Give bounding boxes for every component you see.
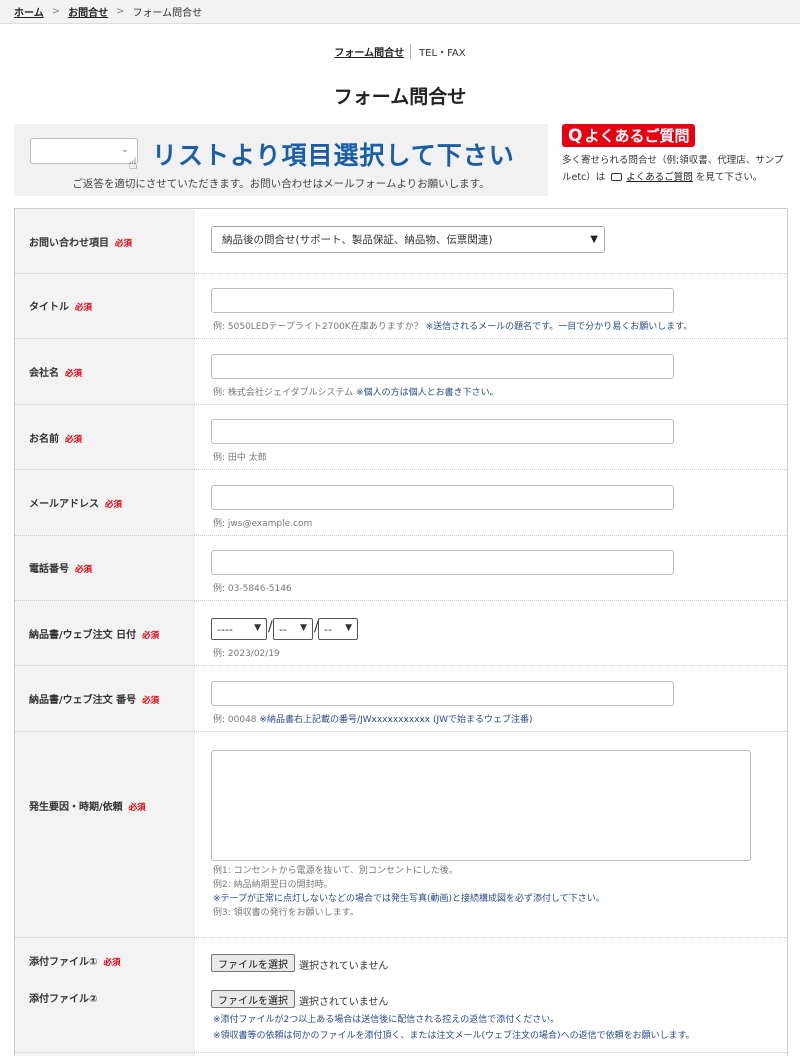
- breadcrumb-separator: >: [51, 6, 61, 17]
- order-number-row: 納品書/ウェブ注文 番号 必須 例: 00048 ※納品書右上記載の番号/JWxx…: [15, 666, 787, 732]
- faq-box: Q よくあるご質問 多く寄せられる問合せ（例;領収書、代理店、サンプルetc）はよ…: [562, 124, 792, 186]
- field-label: 電話番号 必須: [29, 564, 93, 575]
- details-textarea[interactable]: [211, 750, 751, 861]
- attachments-row: 添付ファイル① 必須 ファイルを選択 選択されていません 添付ファイル② ファイル…: [15, 938, 787, 1053]
- breadcrumb-separator: >: [116, 6, 125, 17]
- title-row: タイトル 必須 例: 5050LEDテープライト2700K在庫ありますか？ ※送信…: [15, 274, 787, 339]
- order-date-row: 納品書/ウェブ注文 日付 必須 ---- ▼ / -- ▼ / -- ▼ 例: 2023…: [15, 601, 787, 666]
- breadcrumb-contact-link[interactable]: お問合せ: [68, 4, 108, 19]
- attachment2-status: 選択されていません: [299, 997, 389, 1008]
- subnav-tel-link[interactable]: TEL・FAX: [411, 44, 466, 59]
- field-label: タイトル 必須: [29, 302, 93, 313]
- banner-headline: リストより項目選択して下さい: [152, 141, 515, 170]
- faq-button[interactable]: Q よくあるご質問: [562, 124, 696, 147]
- attachment1-status: 選択されていません: [299, 961, 389, 972]
- pointer-cursor-icon: ☝: [128, 154, 138, 173]
- required-badge: 必須: [128, 803, 146, 813]
- contact-subnav: フォーム問合せ TEL・FAX: [0, 44, 800, 59]
- required-badge: 必須: [142, 696, 160, 706]
- required-badge: 必須: [115, 239, 133, 249]
- required-badge: 必須: [103, 958, 121, 968]
- field-label: 添付ファイル① 必須: [29, 957, 121, 968]
- name-input[interactable]: [211, 419, 674, 444]
- company-row: 会社名 必須 例: 株式会社ジェイダブルシステム ※個人の方は個人とお書き下さい。: [15, 339, 787, 405]
- chevron-down-icon: ▼: [345, 623, 352, 633]
- faq-link[interactable]: よくあるご質問: [626, 172, 693, 183]
- phone-row: 電話番号 必須 例: 03-5846-5146: [15, 536, 787, 601]
- inquiry-type-row: お問い合わせ項目 必須 納品後の問合せ(サポート、製品保証、納品物、伝票関連) ▼: [15, 209, 787, 274]
- attachment-notes: ※添付ファイルが2つ以上ある場合は送信後に配信される控えの返信で添付ください。 …: [213, 1015, 695, 1041]
- breadcrumb-current: フォーム問合せ: [132, 8, 203, 19]
- field-hint: 例: jws@example.com: [213, 519, 313, 529]
- chevron-down-icon: ▼: [590, 234, 598, 245]
- field-hint: 例: 株式会社ジェイダブルシステム ※個人の方は個人とお書き下さい。: [213, 388, 499, 398]
- order-month-select[interactable]: -- ▼: [273, 618, 313, 640]
- details-row: 発生要因・時期/依頼 必須 例1: コンセントから電源を抜いて、別コンセントにした…: [15, 732, 787, 938]
- banner-note: ご返答を適切にさせていただきます。お問い合わせはメールフォームよりお願いします。: [72, 178, 490, 190]
- company-input[interactable]: [211, 354, 674, 379]
- details-hints: 例1: コンセントから電源を抜いて、別コンセントにした後。 例2: 納品納期翌日…: [213, 866, 605, 918]
- required-badge: 必須: [142, 631, 160, 641]
- order-year-select[interactable]: ---- ▼: [211, 618, 267, 640]
- page-title: フォーム問合せ: [333, 86, 467, 108]
- field-label: 会社名 必須: [29, 368, 83, 379]
- field-label: 納品書/ウェブ注文 番号 必須: [29, 695, 160, 706]
- faq-text: 多く寄せられる問合せ（例;領収書、代理店、サンプルetc）は よくあるご質問 を見…: [562, 155, 784, 183]
- breadcrumb: ホーム > お問合せ > フォーム問合せ: [0, 0, 800, 24]
- email-input[interactable]: [211, 485, 674, 510]
- attachment2-file-button[interactable]: ファイルを選択: [211, 990, 295, 1008]
- field-label: 発生要因・時期/依頼 必須: [29, 802, 146, 813]
- name-row: お名前 必須 例: 田中 太郎: [15, 405, 787, 470]
- order-day-select[interactable]: -- ▼: [318, 618, 358, 640]
- title-input[interactable]: [211, 288, 674, 313]
- subnav-form-link[interactable]: フォーム問合せ: [334, 44, 412, 59]
- chevron-down-icon: ▼: [300, 623, 307, 633]
- banner-select-illustration: ⌄: [30, 138, 138, 164]
- select-guide-banner: ⌄ ☝ リストより項目選択して下さい ご返答を適切にさせていただきます。お問い合…: [14, 124, 548, 196]
- order-number-input[interactable]: [211, 681, 674, 706]
- field-hint: 例: 03-5846-5146: [213, 584, 292, 594]
- field-hint: 例: 田中 太郎: [213, 453, 267, 463]
- required-badge: 必須: [75, 303, 93, 313]
- field-label: メールアドレス 必須: [29, 499, 123, 510]
- phone-input[interactable]: [211, 550, 674, 575]
- required-badge: 必須: [75, 565, 93, 575]
- date-separator: /: [268, 619, 273, 635]
- field-label: 納品書/ウェブ注文 日付 必須: [29, 630, 160, 641]
- contact-form: お問い合わせ項目 必須 納品後の問合せ(サポート、製品保証、納品物、伝票関連) ▼ …: [14, 208, 788, 1056]
- email-row: メールアドレス 必須 例: jws@example.com: [15, 470, 787, 536]
- breadcrumb-home-link[interactable]: ホーム: [14, 4, 44, 19]
- field-label: お名前 必須: [29, 434, 83, 445]
- required-badge: 必須: [65, 435, 83, 445]
- chevron-down-icon: ▼: [254, 623, 261, 633]
- required-badge: 必須: [65, 369, 83, 379]
- field-hint: 例: 00048 ※納品書右上記載の番号/JWxxxxxxxxxxx (JWで始…: [213, 715, 533, 725]
- field-label: 添付ファイル②: [29, 994, 98, 1005]
- field-hint: 例: 2023/02/19: [213, 649, 280, 659]
- required-badge: 必須: [105, 500, 123, 510]
- field-hint: 例: 5050LEDテープライト2700K在庫ありますか？ ※送信されるメールの…: [213, 322, 693, 332]
- field-label: お問い合わせ項目 必須: [29, 238, 133, 249]
- inquiry-type-select[interactable]: 納品後の問合せ(サポート、製品保証、納品物、伝票関連) ▼: [211, 226, 605, 253]
- chat-bubble-icon: [611, 172, 623, 181]
- attachment1-file-button[interactable]: ファイルを選択: [211, 954, 295, 972]
